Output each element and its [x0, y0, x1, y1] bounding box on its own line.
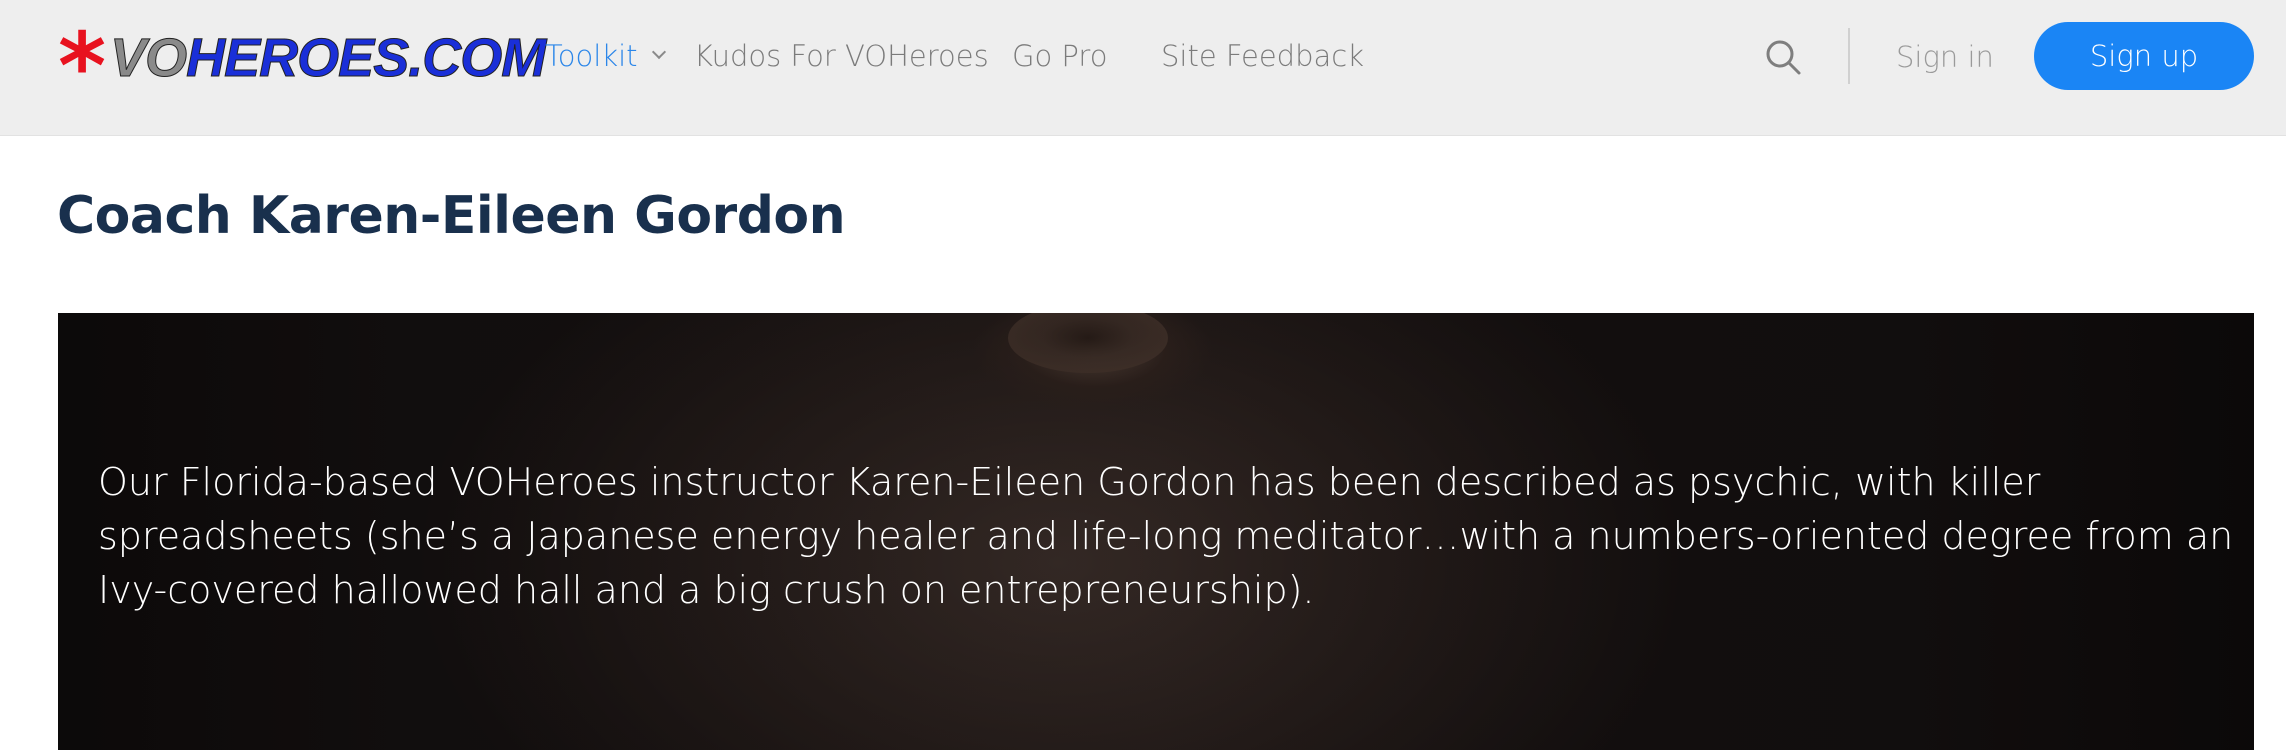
logo-star-icon: *: [58, 13, 107, 120]
hero-banner: Our Florida-based VOHeroes instructor Ka…: [58, 313, 2254, 750]
logo-vo-text: VO: [110, 28, 188, 89]
nav-toolkit-label: Toolkit: [545, 39, 638, 73]
site-logo[interactable]: * VOHEROES.COM: [58, 21, 547, 113]
sign-up-button[interactable]: Sign up: [2034, 22, 2254, 90]
logo-heroes-text: HEROES.COM: [186, 28, 547, 89]
header-divider: [1848, 28, 1850, 84]
chevron-down-icon: [651, 44, 666, 60]
page-title: Coach Karen-Eileen Gordon: [57, 186, 846, 246]
hero-description: Our Florida-based VOHeroes instructor Ka…: [98, 460, 2234, 612]
top-navigation-bar: * VOHEROES.COM Toolkit Kudos For VOHeroe…: [0, 0, 2286, 136]
nav-kudos[interactable]: Kudos For VOHeroes: [694, 36, 989, 76]
nav-go-pro[interactable]: Go Pro: [1012, 36, 1107, 76]
sign-in-link[interactable]: Sign in: [1896, 37, 1994, 77]
nav-site-feedback[interactable]: Site Feedback: [1161, 36, 1364, 76]
nav-toolkit[interactable]: Toolkit: [545, 36, 666, 76]
logo-wordmark: VOHEROES.COM: [110, 27, 547, 89]
search-icon[interactable]: [1763, 37, 1803, 77]
